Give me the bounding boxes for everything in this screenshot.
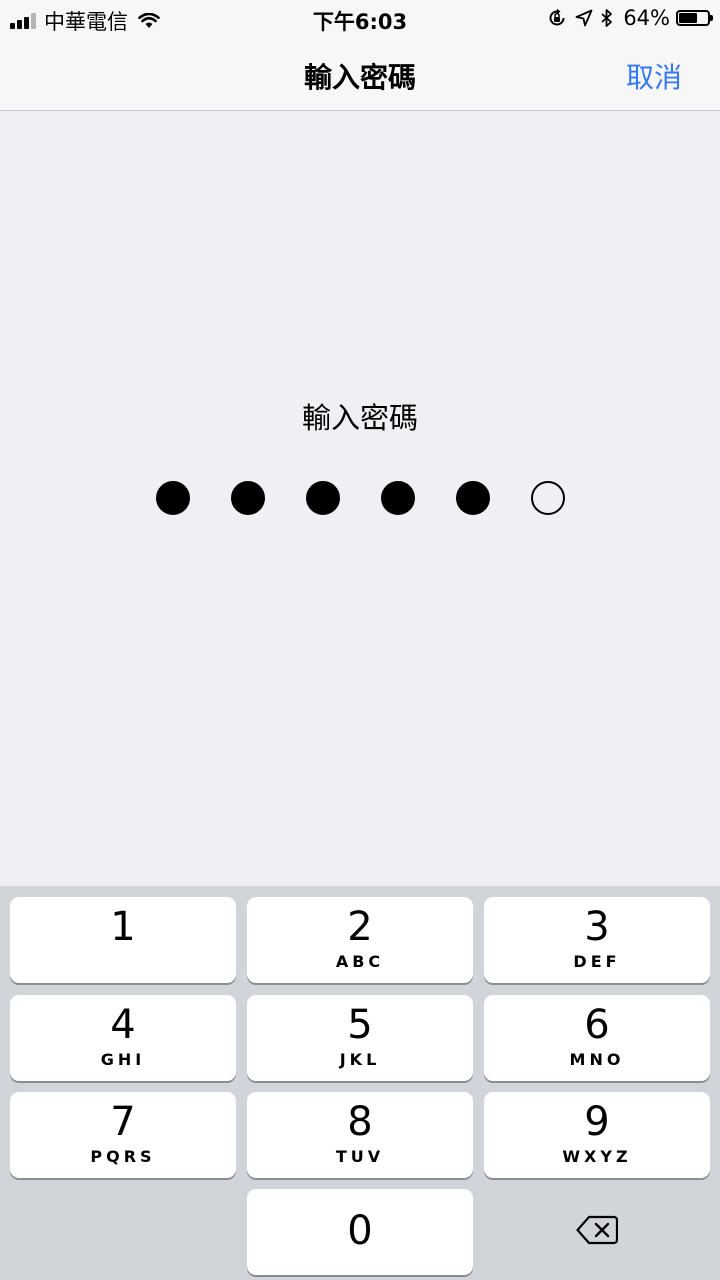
cancel-button[interactable]: 取消 — [626, 56, 682, 96]
battery-fill — [679, 13, 697, 23]
key-5[interactable]: 5 JKL — [247, 995, 473, 1081]
key-letters: TUV — [335, 1147, 385, 1166]
key-letters: DEF — [573, 952, 621, 971]
key-letters: ABC — [335, 952, 385, 971]
key-letters: PQRS — [90, 1147, 156, 1166]
passcode-dot-filled — [230, 481, 265, 515]
battery-percentage: 64% — [623, 6, 670, 30]
nav-bar: 輸入密碼 取消 — [0, 38, 720, 111]
battery-cap — [710, 15, 713, 21]
key-8[interactable]: 8 TUV — [247, 1092, 473, 1178]
key-digit: 7 — [110, 1099, 136, 1145]
passcode-dot-filled — [305, 481, 340, 515]
key-2[interactable]: 2 ABC — [247, 897, 473, 983]
key-digit: 6 — [584, 1002, 610, 1048]
key-7[interactable]: 7 PQRS — [10, 1092, 236, 1178]
key-digit: 0 — [347, 1208, 373, 1254]
key-digit: 5 — [347, 1002, 373, 1048]
key-digit: 4 — [110, 1002, 136, 1048]
key-9[interactable]: 9 WXYZ — [484, 1092, 710, 1178]
key-digit: 1 — [110, 904, 136, 950]
key-3[interactable]: 3 DEF — [484, 897, 710, 983]
orientation-lock-icon — [547, 8, 567, 28]
battery-icon — [676, 10, 713, 26]
key-letters: JKL — [339, 1050, 381, 1069]
key-digit: 2 — [347, 904, 373, 950]
numeric-keypad: 1 2 ABC 3 DEF 4 GHI 5 JKL 6 MNO 7 PQRS 8 TUV 9 WXYZ 0 — [0, 886, 720, 1280]
status-bar: 中華電信 下午6:03 64% — [0, 0, 720, 38]
bluetooth-icon — [601, 8, 613, 28]
passcode-dot-filled — [455, 481, 490, 515]
key-letters: GHI — [100, 1050, 146, 1069]
passcode-screen: 中華電信 下午6:03 64% 輸入密碼 取消 輸入密碼 1 2 ABC 3 D… — [0, 0, 720, 1280]
key-4[interactable]: 4 GHI — [10, 995, 236, 1081]
delete-button[interactable] — [484, 1187, 710, 1273]
passcode-dots — [0, 481, 720, 515]
location-icon — [575, 9, 593, 27]
passcode-dot-empty — [530, 481, 565, 515]
key-digit: 8 — [347, 1099, 373, 1145]
passcode-prompt: 輸入密碼 — [301, 401, 418, 435]
key-letters: MNO — [569, 1050, 625, 1069]
key-digit: 9 — [584, 1099, 610, 1145]
passcode-dot-filled — [155, 481, 190, 515]
key-letters: WXYZ — [562, 1147, 632, 1166]
status-right: 64% — [539, 6, 713, 30]
nav-title: 輸入密碼 — [303, 61, 416, 94]
key-1[interactable]: 1 — [10, 897, 236, 983]
key-digit: 3 — [584, 904, 610, 950]
passcode-dot-filled — [380, 481, 415, 515]
key-0[interactable]: 0 — [247, 1189, 473, 1275]
key-6[interactable]: 6 MNO — [484, 995, 710, 1081]
backspace-icon — [576, 1215, 618, 1245]
